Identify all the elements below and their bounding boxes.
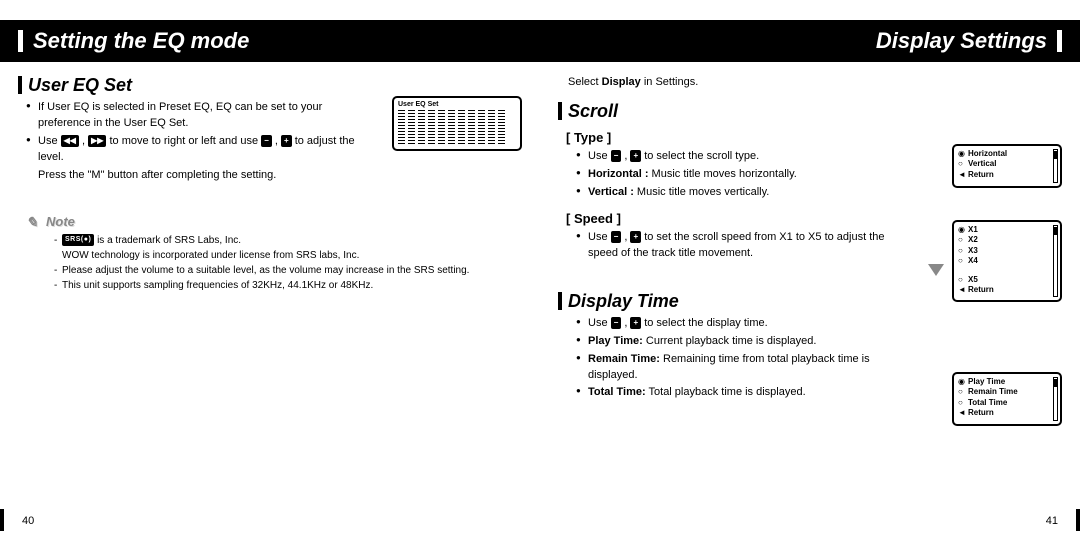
eq-bars bbox=[398, 110, 516, 144]
note-item: This unit supports sampling frequencies … bbox=[54, 278, 522, 293]
option: X1 bbox=[958, 225, 1056, 235]
option: X2 bbox=[958, 235, 1056, 245]
plus-icon: + bbox=[281, 135, 292, 147]
minus-icon: − bbox=[611, 150, 622, 162]
section-user-eq-title: User EQ Set bbox=[18, 76, 356, 94]
user-eq-screen: User EQ Set bbox=[392, 96, 522, 151]
type-bullet: Use − , + to select the scroll type. bbox=[576, 149, 916, 165]
minus-icon: − bbox=[611, 231, 622, 243]
page-edge-mark bbox=[0, 509, 4, 531]
speed-bullet: Use − , + to set the scroll speed from X… bbox=[576, 230, 916, 262]
note-label: Note bbox=[26, 214, 522, 229]
eq-screen-title: User EQ Set bbox=[398, 101, 516, 108]
option: Vertical bbox=[958, 159, 1056, 169]
time-bullet: Use − , + to select the display time. bbox=[576, 316, 916, 332]
forward-icon: ▶▶ bbox=[88, 135, 106, 147]
section-scroll-title: Scroll bbox=[558, 102, 916, 120]
scrollbar bbox=[1053, 149, 1058, 183]
option-return: Return bbox=[958, 170, 1056, 180]
option-return: Return bbox=[958, 285, 1056, 295]
option: X3 bbox=[958, 246, 1056, 256]
scrollbar bbox=[1053, 225, 1058, 297]
header-bar-right: Display Settings bbox=[540, 20, 1080, 62]
page-left: Setting the EQ mode User EQ Set If User … bbox=[0, 0, 540, 539]
scrollbar bbox=[1053, 377, 1058, 421]
down-arrow-icon bbox=[928, 264, 944, 276]
text: If User EQ is selected in Preset EQ, EQ … bbox=[38, 101, 322, 129]
option-return: Return bbox=[958, 408, 1056, 418]
minus-icon: − bbox=[261, 135, 272, 147]
subsection-speed: [ Speed ] bbox=[566, 211, 916, 226]
subsection-type: [ Type ] bbox=[566, 130, 916, 145]
page-right: Display Settings Select Display in Setti… bbox=[540, 0, 1080, 539]
device-screen-type: Horizontal Vertical Return bbox=[952, 144, 1062, 188]
header-bar-left: Setting the EQ mode bbox=[0, 20, 540, 62]
rewind-icon: ◀◀ bbox=[61, 135, 79, 147]
page-number-right: 41 bbox=[1046, 515, 1058, 527]
time-bullet: Remain Time: Remaining time from total p… bbox=[576, 352, 916, 384]
user-eq-bullet: If User EQ is selected in Preset EQ, EQ … bbox=[26, 100, 356, 132]
page-edge-mark bbox=[1076, 509, 1080, 531]
note-item: Please adjust the volume to a suitable l… bbox=[54, 263, 522, 278]
device-screen-time: Play Time Remain Time Total Time Return bbox=[952, 372, 1062, 426]
plus-icon: + bbox=[630, 231, 641, 243]
option: Remain Time bbox=[958, 387, 1056, 397]
option: Horizontal bbox=[958, 149, 1056, 159]
user-eq-bullet: Use ◀◀ , ▶▶ to move to right or left and… bbox=[26, 134, 356, 166]
device-screen-speed: X1 X2 X3 X4 X5 Return bbox=[952, 220, 1062, 302]
type-bullet: Vertical : Music title moves vertically. bbox=[576, 185, 916, 201]
header-title-right: Display Settings bbox=[876, 28, 1047, 54]
option: X4 bbox=[958, 256, 1056, 266]
option: Total Time bbox=[958, 398, 1056, 408]
note-item: SRS(●) is a trademark of SRS Labs, Inc. … bbox=[54, 233, 522, 263]
header-title-left: Setting the EQ mode bbox=[33, 28, 249, 54]
time-bullet: Play Time: Current playback time is disp… bbox=[576, 334, 916, 350]
option: Play Time bbox=[958, 377, 1056, 387]
minus-icon: − bbox=[611, 317, 622, 329]
page-number-left: 40 bbox=[22, 515, 34, 527]
srs-logo: SRS(●) bbox=[62, 234, 94, 247]
text: is a trademark of SRS Labs, Inc. bbox=[97, 235, 241, 246]
press-m-text: Press the "M" button after completing th… bbox=[26, 168, 356, 184]
time-bullet: Total Time: Total playback time is displ… bbox=[576, 385, 916, 401]
intro-line: Select Display in Settings. bbox=[568, 76, 1062, 88]
section-display-time-title: Display Time bbox=[558, 292, 916, 310]
type-bullet: Horizontal : Music title moves horizonta… bbox=[576, 167, 916, 183]
header-edge-right bbox=[1057, 30, 1062, 52]
text: WOW technology is incorporated under lic… bbox=[62, 250, 359, 261]
note-block: Note SRS(●) is a trademark of SRS Labs, … bbox=[18, 214, 522, 293]
plus-icon: + bbox=[630, 317, 641, 329]
header-edge-left bbox=[18, 30, 23, 52]
option: X5 bbox=[958, 275, 1056, 285]
manual-spread: Setting the EQ mode User EQ Set If User … bbox=[0, 0, 1080, 539]
plus-icon: + bbox=[630, 150, 641, 162]
intro-bold: Display bbox=[602, 76, 641, 88]
